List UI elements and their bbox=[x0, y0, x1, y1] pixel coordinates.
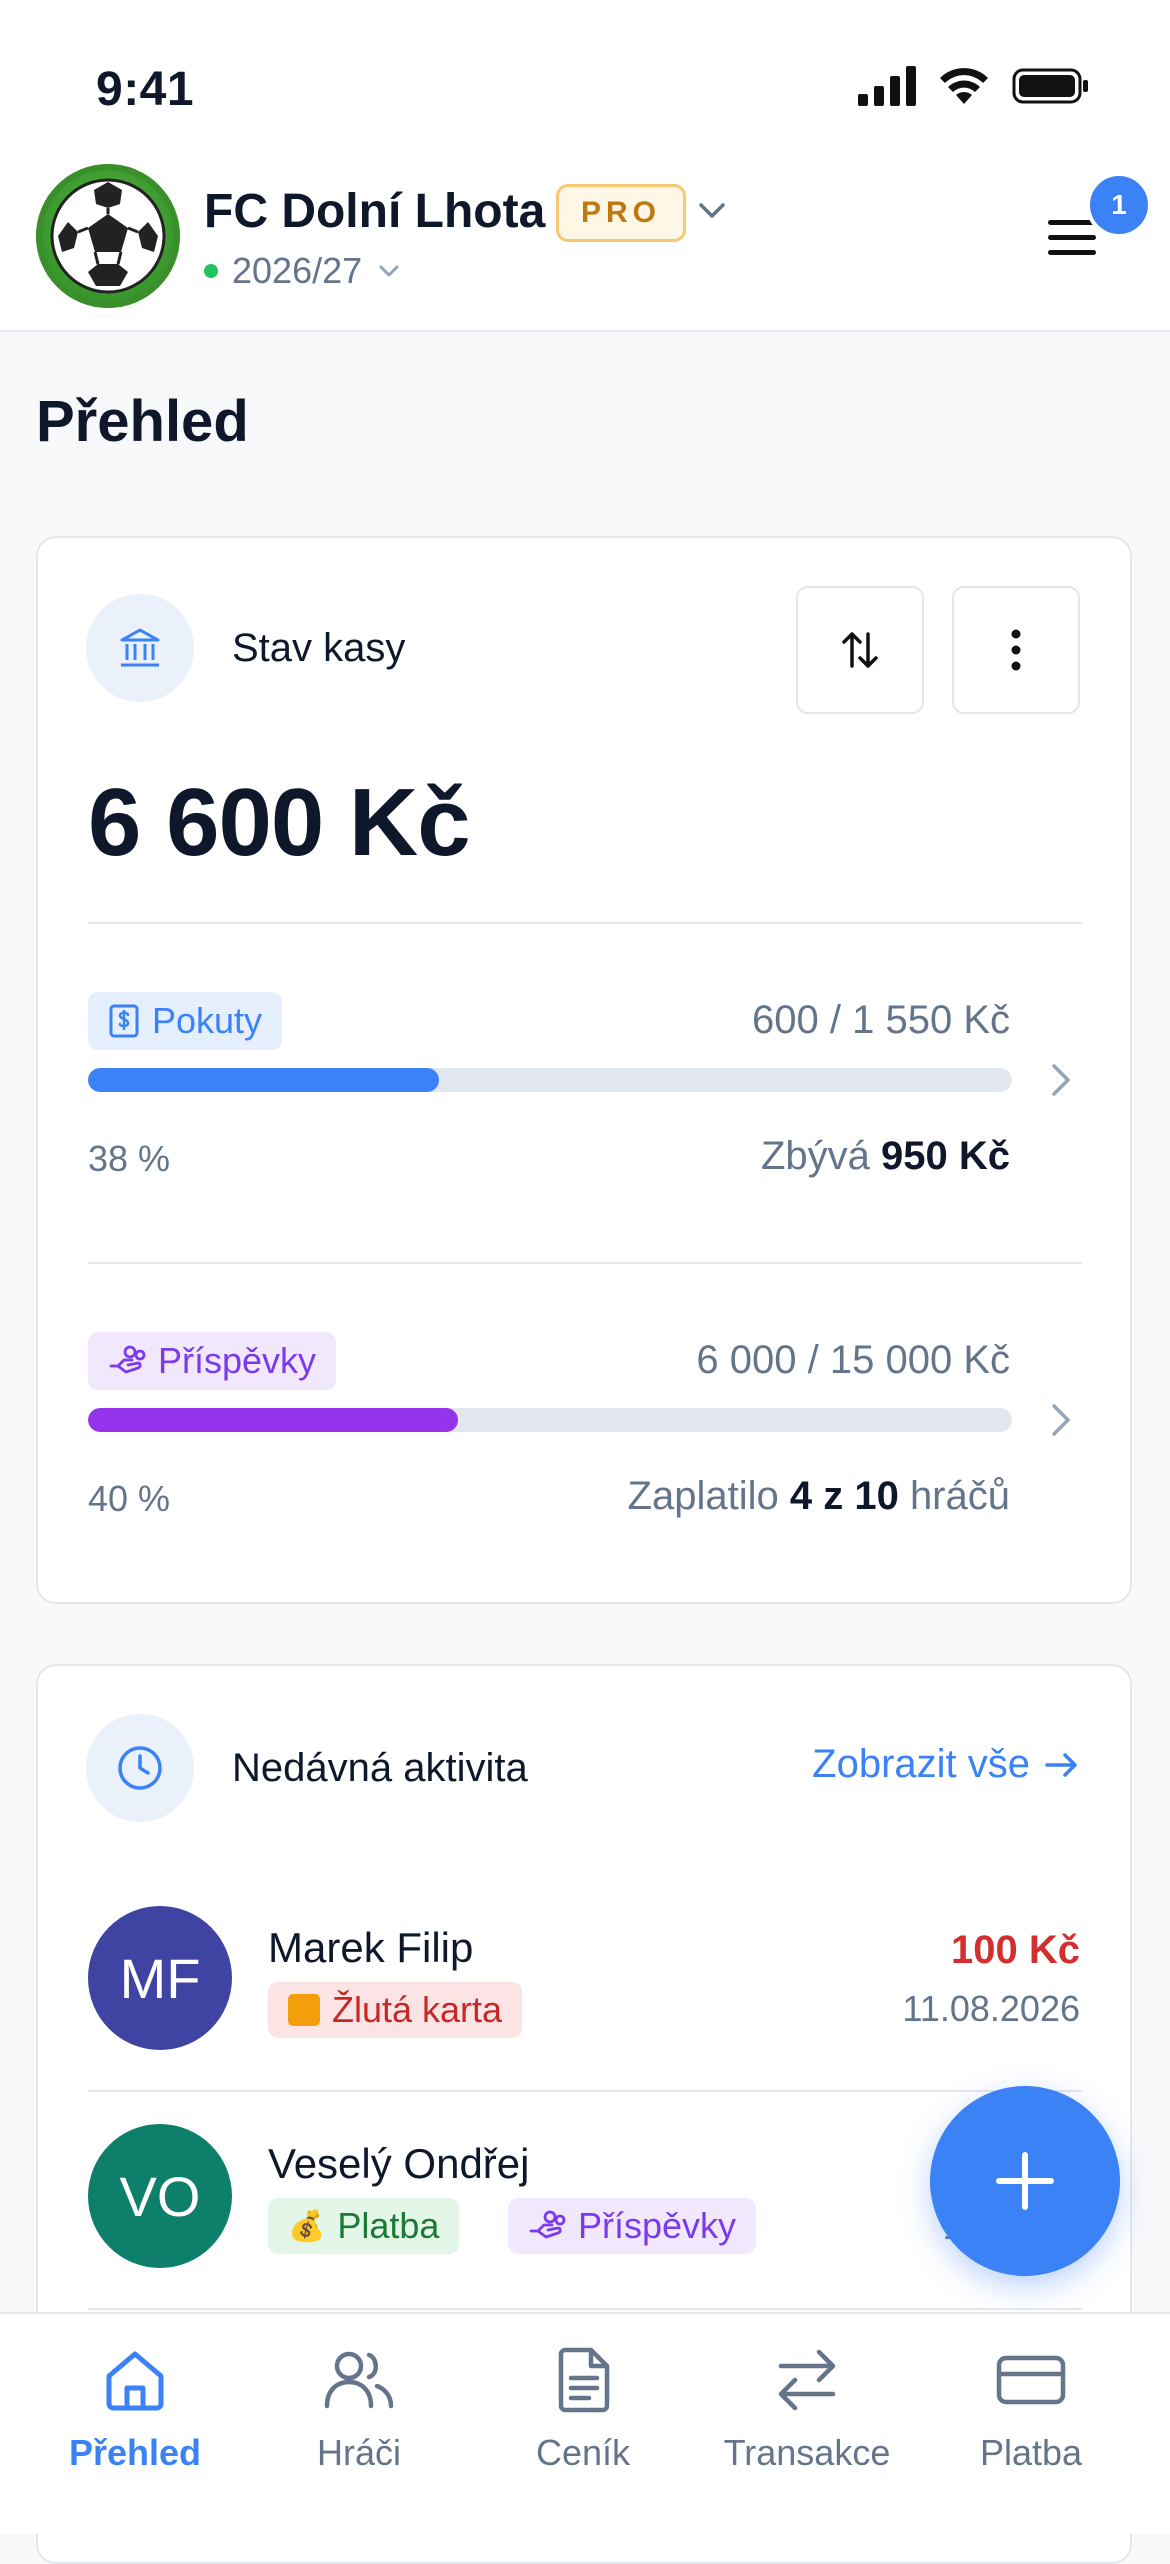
contributions-progress-bar bbox=[88, 1408, 1012, 1432]
battery-icon bbox=[1012, 68, 1088, 104]
tab-label: Hráči bbox=[316, 2432, 401, 2473]
tab-pricelist[interactable]: Ceník bbox=[468, 2346, 698, 2474]
season-label: 2026/27 bbox=[232, 250, 363, 291]
divider bbox=[88, 1262, 1082, 1264]
arrow-right-icon bbox=[1045, 1752, 1077, 1777]
fines-percent: 38 % bbox=[88, 1138, 171, 1179]
notification-badge[interactable]: 1 bbox=[1086, 172, 1152, 238]
status-bar: 9:41 bbox=[0, 0, 1170, 160]
contributions-chip: Příspěvky bbox=[88, 1332, 337, 1390]
activity-person-name: Marek Filip bbox=[268, 1924, 474, 1971]
fines-amount: 600 / 1 550 Kč bbox=[752, 998, 1010, 1042]
clock-icon bbox=[118, 1746, 162, 1790]
payment-chip: 💰 Platba bbox=[268, 2198, 460, 2254]
activity-person-name: Veselý Ondřej bbox=[268, 2140, 530, 2187]
tab-label: Transakce bbox=[723, 2432, 891, 2473]
team-name[interactable]: FC Dolní Lhota bbox=[204, 184, 545, 239]
receipt-dollar-icon bbox=[109, 1004, 139, 1038]
app-header: FC Dolní Lhota PRO 2026/27 1 bbox=[0, 160, 1170, 332]
season-selector[interactable]: 2026/27 bbox=[204, 250, 402, 292]
sort-arrows-icon bbox=[842, 632, 878, 668]
status-icons bbox=[858, 66, 1090, 106]
bank-icon-wrap bbox=[86, 594, 194, 702]
money-bag-icon: 💰 bbox=[288, 2208, 326, 2244]
activity-title: Nedávná aktivita bbox=[232, 1746, 528, 1790]
bank-icon bbox=[120, 628, 160, 667]
divider bbox=[88, 922, 1082, 924]
more-vertical-icon bbox=[1011, 629, 1021, 671]
pro-badge: PRO bbox=[556, 184, 687, 242]
avatar: MF bbox=[88, 1906, 232, 2050]
card-icon bbox=[996, 2355, 1066, 2405]
fines-progress-fill bbox=[88, 1068, 440, 1092]
team-logo[interactable] bbox=[36, 164, 180, 308]
soccer-ball-icon bbox=[50, 178, 166, 294]
cash-card: Stav kasy 6 600 Kč Pokuty 600 / 1 550 Kč… bbox=[36, 536, 1132, 1604]
fines-remaining: Zbývá 950 Kč bbox=[761, 1134, 1010, 1179]
tab-payment[interactable]: Platba bbox=[916, 2346, 1146, 2474]
contributions-progress-fill bbox=[88, 1408, 458, 1432]
avatar: VO bbox=[88, 2124, 232, 2268]
fines-label: Pokuty bbox=[152, 1000, 263, 1041]
tab-players[interactable]: Hráči bbox=[244, 2346, 474, 2474]
see-all-label: Zobrazit vše bbox=[812, 1742, 1030, 1786]
tag-label: Žlutá karta bbox=[332, 1989, 503, 2030]
more-options-button[interactable] bbox=[952, 586, 1080, 714]
chevron-right-icon[interactable] bbox=[1044, 1060, 1076, 1100]
tag-label: Platba bbox=[337, 2205, 440, 2246]
page-title: Přehled bbox=[36, 389, 249, 454]
contributions-percent: 40 % bbox=[88, 1478, 171, 1519]
contributions-paid: Zaplatilo 4 z 10 hráčů bbox=[628, 1474, 1010, 1519]
paid-prefix: Zaplatilo bbox=[627, 1474, 779, 1518]
divider bbox=[88, 2090, 1082, 2092]
chevron-down-icon[interactable] bbox=[696, 194, 728, 226]
divider bbox=[88, 2308, 1082, 2310]
wifi-icon bbox=[940, 68, 988, 104]
fines-chip: Pokuty bbox=[88, 992, 283, 1050]
home-icon bbox=[106, 2351, 164, 2411]
chevron-right-icon[interactable] bbox=[1044, 1400, 1076, 1440]
contributions-amount: 6 000 / 15 000 Kč bbox=[696, 1338, 1010, 1382]
activity-amount: 100 Kč bbox=[951, 1928, 1080, 1972]
status-time: 9:41 bbox=[96, 63, 195, 116]
tag-label: Příspěvky bbox=[578, 2205, 737, 2246]
tab-label: Platba bbox=[979, 2432, 1083, 2473]
paid-value: 4 z 10 bbox=[789, 1474, 899, 1518]
document-icon bbox=[558, 2347, 610, 2413]
contributions-label: Příspěvky bbox=[158, 1340, 317, 1381]
users-icon bbox=[324, 2351, 394, 2409]
plus-icon bbox=[996, 2152, 1054, 2210]
see-all-link[interactable]: Zobrazit vše bbox=[812, 1742, 1080, 1787]
hand-coins-icon bbox=[109, 1345, 146, 1374]
sort-button[interactable] bbox=[796, 586, 924, 714]
clock-icon-wrap bbox=[86, 1714, 194, 1822]
yellow-card-chip: Žlutá karta bbox=[268, 1982, 523, 2038]
cash-balance: 6 600 Kč bbox=[88, 769, 471, 876]
tab-bar: Přehled Hráči Ceník Transakce Platba bbox=[0, 2312, 1170, 2534]
tab-label: Ceník bbox=[535, 2432, 631, 2473]
contributions-chip: Příspěvky bbox=[508, 2198, 757, 2254]
signal-icon bbox=[858, 66, 916, 106]
transfer-icon bbox=[778, 2349, 836, 2411]
card-square-icon bbox=[288, 1994, 320, 2026]
hand-coins-icon bbox=[529, 2210, 566, 2239]
tab-transactions[interactable]: Transakce bbox=[692, 2346, 922, 2474]
fines-remaining-label: Zbývá bbox=[760, 1134, 870, 1178]
paid-suffix: hráčů bbox=[909, 1474, 1010, 1518]
fines-remaining-value: 950 Kč bbox=[881, 1134, 1010, 1178]
chevron-down-icon bbox=[379, 265, 399, 277]
add-button[interactable] bbox=[930, 2086, 1120, 2276]
fines-progress-bar bbox=[88, 1068, 1012, 1092]
activity-date: 11.08.2026 bbox=[902, 1988, 1080, 2029]
tab-label: Přehled bbox=[68, 2432, 202, 2473]
tab-overview[interactable]: Přehled bbox=[20, 2346, 250, 2474]
active-dot bbox=[204, 264, 218, 278]
cash-card-title: Stav kasy bbox=[232, 626, 406, 670]
